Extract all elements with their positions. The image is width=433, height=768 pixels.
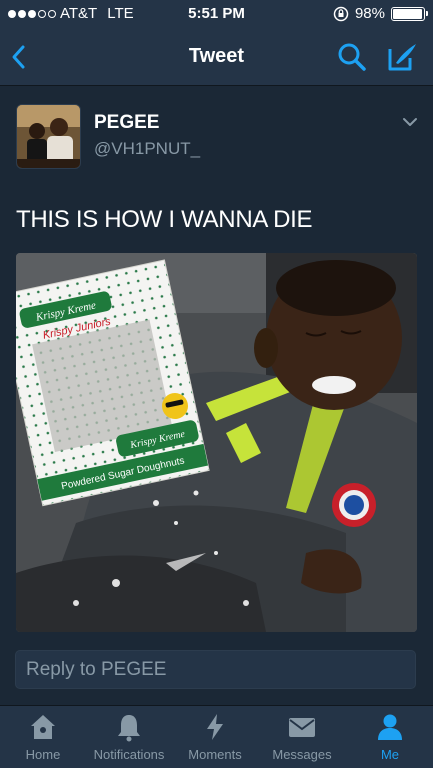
status-right: 98% <box>333 5 428 22</box>
compose-icon <box>388 44 416 71</box>
tab-messages[interactable]: Messages <box>259 706 345 768</box>
rotation-lock-icon <box>333 6 349 21</box>
tweet-text: THIS IS HOW I WANNA DIE <box>16 206 313 233</box>
reply-placeholder: Reply to PEGEE <box>26 659 167 680</box>
reply-input[interactable]: Reply to PEGEE <box>15 650 416 689</box>
page-title: Tweet <box>188 45 245 67</box>
search-button[interactable] <box>336 41 368 73</box>
photo-illustration: Krispy Kreme Krispy Juniors Krispy Kreme… <box>16 253 417 632</box>
person-icon <box>378 714 402 740</box>
envelope-icon <box>289 718 315 737</box>
battery-fill <box>393 8 423 19</box>
tab-bar: Home Notifications Moments Messages Me <box>0 705 433 768</box>
compose-tweet-button[interactable] <box>386 41 420 73</box>
search-icon <box>338 43 366 71</box>
status-bar: AT&T LTE 5:51 PM 98% <box>0 0 433 28</box>
battery-icon <box>391 6 428 21</box>
home-icon <box>31 715 55 739</box>
chevron-down-icon <box>403 118 417 126</box>
avatar[interactable] <box>16 104 81 169</box>
tweet-photo[interactable]: Krispy Kreme Krispy Juniors Krispy Kreme… <box>16 253 417 632</box>
bell-icon <box>118 715 140 742</box>
tab-notifications[interactable]: Notifications <box>86 706 172 768</box>
tab-moments[interactable]: Moments <box>172 706 258 768</box>
tab-me[interactable]: Me <box>347 706 433 768</box>
author-name[interactable]: PEGEE <box>94 112 159 134</box>
author-handle[interactable]: @VH1PNUT_ <box>94 139 200 159</box>
lightning-icon <box>207 714 223 740</box>
tweet-options-button[interactable] <box>401 115 419 129</box>
nav-bar: Tweet <box>0 28 433 86</box>
tab-label-me: Me <box>380 747 400 762</box>
battery-percent: 98% <box>354 5 385 22</box>
tab-home[interactable]: Home <box>0 706 86 768</box>
avatar-photo <box>17 105 80 168</box>
